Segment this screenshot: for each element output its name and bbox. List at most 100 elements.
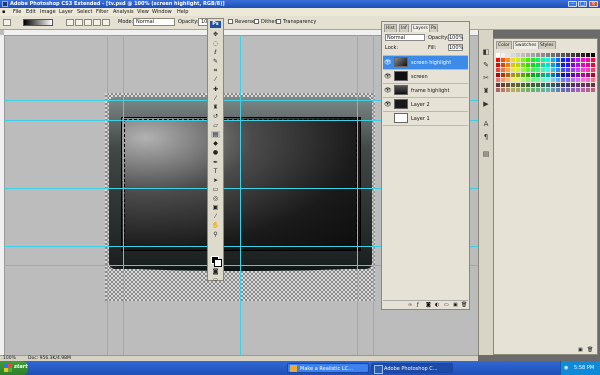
angle-gradient-icon[interactable]: [84, 19, 92, 26]
color-swatch[interactable]: [576, 78, 580, 82]
color-swatch[interactable]: [561, 73, 565, 77]
color-swatch[interactable]: [586, 53, 590, 57]
color-swatch[interactable]: [576, 63, 580, 67]
color-swatch[interactable]: [536, 73, 540, 77]
color-swatch[interactable]: [561, 68, 565, 72]
crop-tool-icon[interactable]: ⌗: [211, 67, 220, 74]
eyedropper-tool-icon[interactable]: ⁄: [211, 76, 220, 83]
type-tool-icon[interactable]: T: [211, 168, 220, 175]
reverse-checkbox[interactable]: [228, 19, 233, 24]
color-swatch[interactable]: [586, 88, 590, 92]
color-swatch[interactable]: [566, 78, 570, 82]
color-swatch[interactable]: [546, 53, 550, 57]
new-layer-icon[interactable]: ▣: [453, 302, 458, 308]
radial-gradient-icon[interactable]: [75, 19, 83, 26]
color-swatch[interactable]: [566, 68, 570, 72]
color-swatch[interactable]: [541, 58, 545, 62]
color-swatch[interactable]: [526, 68, 530, 72]
menu-window[interactable]: Window: [152, 9, 172, 15]
shape-tool-icon[interactable]: ▭: [211, 186, 220, 193]
eyedropper-sample-icon[interactable]: ⁄: [211, 213, 220, 220]
hand-tool-icon[interactable]: ✋: [211, 222, 220, 229]
color-swatch[interactable]: [571, 63, 575, 67]
gradient-tool-preset-icon[interactable]: [3, 19, 11, 26]
color-swatch[interactable]: [526, 58, 530, 62]
color-swatch[interactable]: [566, 73, 570, 77]
color-swatch[interactable]: [586, 73, 590, 77]
color-swatch[interactable]: [591, 58, 595, 62]
color-swatch[interactable]: [571, 68, 575, 72]
color-swatch[interactable]: [571, 53, 575, 57]
fill-field[interactable]: 100%: [448, 44, 463, 51]
color-swatch[interactable]: [571, 78, 575, 82]
color-swatch[interactable]: [496, 88, 500, 92]
adjustment-layer-icon[interactable]: ◐: [435, 302, 439, 308]
color-swatch[interactable]: [506, 83, 510, 87]
lasso-tool-icon[interactable]: ℓ: [211, 49, 220, 56]
color-swatch[interactable]: [531, 73, 535, 77]
color-swatch[interactable]: [566, 53, 570, 57]
layer-row[interactable]: 👁 screen highlight: [383, 55, 468, 69]
color-swatch[interactable]: [586, 68, 590, 72]
color-swatch[interactable]: [501, 83, 505, 87]
color-swatch[interactable]: [516, 53, 520, 57]
layer-row[interactable]: Layer 1: [383, 111, 468, 125]
color-swatch[interactable]: [526, 53, 530, 57]
color-swatch[interactable]: [536, 58, 540, 62]
color-swatch[interactable]: [576, 68, 580, 72]
blend-mode-select[interactable]: Normal: [385, 34, 425, 41]
color-swatch[interactable]: [511, 73, 515, 77]
color-swatch[interactable]: [516, 88, 520, 92]
menu-filter[interactable]: Filter: [96, 9, 108, 15]
color-swatch[interactable]: [521, 63, 525, 67]
color-swatch[interactable]: [581, 83, 585, 87]
color-swatch[interactable]: [536, 83, 540, 87]
color-swatch[interactable]: [501, 53, 505, 57]
color-swatch[interactable]: [576, 58, 580, 62]
visibility-eye-icon[interactable]: [384, 115, 391, 122]
color-swatch[interactable]: [561, 63, 565, 67]
color-swatch[interactable]: [531, 63, 535, 67]
color-swatch[interactable]: [556, 53, 560, 57]
link-layers-icon[interactable]: ∞: [408, 302, 412, 308]
blur-tool-icon[interactable]: ◆: [211, 140, 220, 147]
dither-checkbox[interactable]: [254, 19, 259, 24]
color-swatch[interactable]: [516, 63, 520, 67]
color-swatch[interactable]: [516, 83, 520, 87]
color-swatch[interactable]: [586, 63, 590, 67]
color-swatch[interactable]: [551, 68, 555, 72]
tab-styles[interactable]: Styles: [538, 41, 556, 49]
color-swatch[interactable]: [511, 63, 515, 67]
color-swatch[interactable]: [521, 83, 525, 87]
color-swatch[interactable]: [566, 58, 570, 62]
guide-vertical[interactable]: [373, 35, 374, 355]
guide-vertical[interactable]: [357, 35, 358, 355]
color-swatch[interactable]: [506, 78, 510, 82]
diamond-gradient-icon[interactable]: [102, 19, 110, 26]
color-swatch[interactable]: [586, 58, 590, 62]
color-swatch[interactable]: [561, 88, 565, 92]
brushes-icon[interactable]: ✎: [482, 61, 490, 69]
color-swatch[interactable]: [531, 68, 535, 72]
color-swatch[interactable]: [541, 63, 545, 67]
color-swatch[interactable]: [576, 83, 580, 87]
color-swatch[interactable]: [541, 73, 545, 77]
color-swatch[interactable]: [581, 73, 585, 77]
color-swatch[interactable]: [526, 88, 530, 92]
color-swatch[interactable]: [511, 88, 515, 92]
clone-stamp-tool-icon[interactable]: ♜: [211, 104, 220, 111]
color-swatch[interactable]: [521, 58, 525, 62]
color-swatch[interactable]: [581, 88, 585, 92]
swatch-grid[interactable]: [496, 53, 596, 93]
color-swatch[interactable]: [541, 88, 545, 92]
color-swatch[interactable]: [576, 73, 580, 77]
color-swatch[interactable]: [511, 83, 515, 87]
color-swatch[interactable]: [571, 83, 575, 87]
color-swatch[interactable]: [531, 78, 535, 82]
color-swatch[interactable]: [551, 63, 555, 67]
color-swatch[interactable]: [556, 78, 560, 82]
quick-mask-icon[interactable]: ◙: [211, 268, 220, 275]
layer-style-icon[interactable]: ƒ: [417, 302, 419, 308]
color-swatch[interactable]: [521, 73, 525, 77]
background-color-swatch[interactable]: [214, 259, 222, 267]
